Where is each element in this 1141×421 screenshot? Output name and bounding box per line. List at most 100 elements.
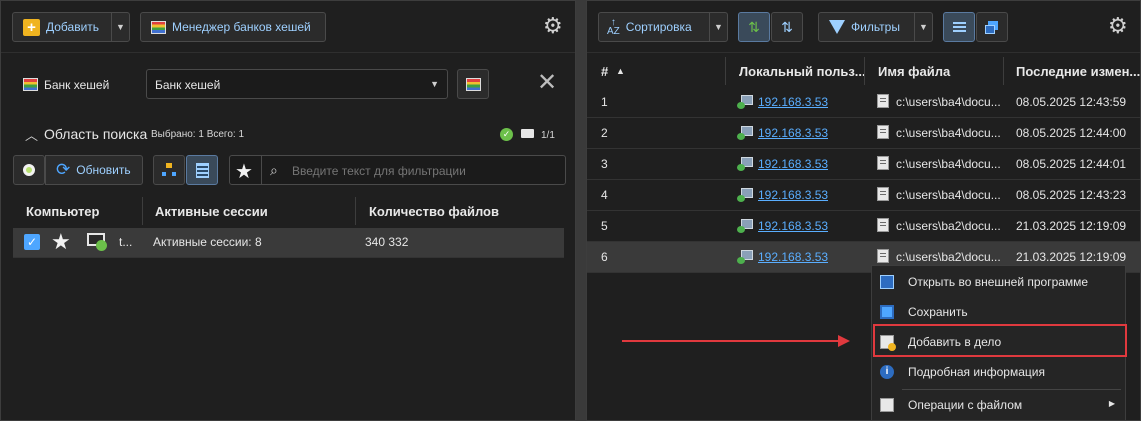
add-button[interactable]: + Добавить ▼ <box>12 12 130 42</box>
refresh-icon: ⟳ <box>56 160 71 179</box>
info-icon: i <box>880 365 894 379</box>
table-row[interactable]: ✓ ★ t... Активные сессии: 8 340 332 <box>13 228 564 258</box>
chevron-down-icon[interactable]: ▼ <box>111 13 129 41</box>
list-icon <box>952 22 966 32</box>
hashbank-select-value: Банк хешей <box>155 78 221 92</box>
local-user-link[interactable]: 192.168.3.53 <box>758 219 828 233</box>
search-area-summary: Выбрано: 1 Всего: 1 <box>151 129 245 140</box>
col-files-count[interactable]: Количество файлов <box>369 204 499 219</box>
menu-item-save[interactable]: Сохранить <box>872 297 1125 327</box>
local-user-link[interactable]: 192.168.3.53 <box>758 188 828 202</box>
menu-item-open-external[interactable]: Открыть во внешней программе <box>872 267 1125 297</box>
hashbank-manage-button[interactable] <box>457 69 489 99</box>
file-name: c:\users\ba4\docu... <box>896 126 1000 140</box>
sort-ascending-button[interactable]: ⇅ <box>738 12 770 42</box>
document-icon <box>877 249 889 263</box>
chevron-down-icon[interactable]: ▼ <box>914 13 932 41</box>
computer-name: t... <box>119 235 133 249</box>
status-dot-button[interactable] <box>13 155 45 185</box>
local-user-link[interactable]: 192.168.3.53 <box>758 126 828 140</box>
table-row[interactable]: 3 192.168.3.53 c:\users\ba4\docu... 08.05.2… <box>587 149 1140 180</box>
menu-item-label: Подробная информация <box>908 365 1045 379</box>
filter-input[interactable] <box>292 161 557 180</box>
sort-ascending-icon: ⇅ <box>748 18 760 35</box>
hashbank-select[interactable]: Банк хешей ▼ <box>146 69 448 99</box>
local-user-link[interactable]: 192.168.3.53 <box>758 95 828 109</box>
file-gear-icon <box>880 398 894 412</box>
filter-box: ★ ⌕ <box>229 155 566 185</box>
refresh-button[interactable]: ⟳ Обновить <box>45 155 143 185</box>
target-icon <box>23 164 35 176</box>
hashbank-icon <box>151 20 166 34</box>
tree-view-button[interactable] <box>153 155 185 185</box>
left-toolbar: + Добавить ▼ Менеджер банков хешей ⚙ <box>1 1 575 53</box>
annotation-arrow <box>622 340 842 342</box>
column-divider[interactable] <box>142 197 143 225</box>
menu-item-details[interactable]: i Подробная информация <box>872 357 1125 387</box>
search-area-title: Область поиска <box>44 126 148 142</box>
file-name: c:\users\ba2\docu... <box>896 219 1000 233</box>
hashbank-icon <box>23 78 38 91</box>
gear-icon[interactable]: ⚙ <box>543 15 563 37</box>
sort-descending-button[interactable]: ⇅ <box>771 12 803 42</box>
menu-item-label: Сохранить <box>908 305 968 319</box>
hashbank-label: Банк хешей <box>44 78 110 92</box>
column-divider[interactable] <box>355 197 356 225</box>
sort-button[interactable]: ↑ AZ Сортировка ▼ <box>598 12 728 42</box>
menu-item-label: Открыть во внешней программе <box>908 275 1089 289</box>
filters-button[interactable]: Фильтры ▼ <box>818 12 933 42</box>
col-file-name[interactable]: Имя файла <box>878 64 950 79</box>
file-name: c:\users\ba4\docu... <box>896 157 1000 171</box>
hash-manager-label: Менеджер банков хешей <box>172 20 311 34</box>
table-row[interactable]: 5 192.168.3.53 c:\users\ba2\docu... 21.03.2… <box>587 211 1140 242</box>
col-active-sessions[interactable]: Активные сессии <box>155 204 268 219</box>
col-computer[interactable]: Компьютер <box>26 204 99 219</box>
filters-label: Фильтры <box>851 20 900 34</box>
column-divider[interactable] <box>1003 57 1004 85</box>
sort-az-icon: ↑ AZ <box>607 17 620 37</box>
checkbox-checked[interactable]: ✓ <box>24 234 40 250</box>
hashbank-icon <box>465 77 481 91</box>
col-local-user[interactable]: Локальный польз... <box>739 64 866 79</box>
star-icon[interactable]: ★ <box>235 159 253 184</box>
gear-icon[interactable]: ⚙ <box>1108 15 1128 37</box>
list-view-button[interactable] <box>186 155 218 185</box>
submenu-arrow-icon: ▶ <box>1108 399 1115 408</box>
chevron-down-icon[interactable]: ▼ <box>709 13 727 41</box>
network-user-icon <box>737 250 753 264</box>
last-modified: 08.05.2025 12:44:00 <box>1016 126 1127 140</box>
menu-item-file-operations[interactable]: Операции с файлом ▶ <box>872 390 1125 420</box>
close-icon[interactable]: ✕ <box>537 69 557 97</box>
tiles-icon <box>985 20 999 34</box>
table-row[interactable]: 2 192.168.3.53 c:\users\ba4\docu... 08.05.2… <box>587 118 1140 149</box>
highlight-box <box>873 324 1127 357</box>
plus-icon: + <box>23 18 40 36</box>
tile-mode-button[interactable] <box>976 12 1008 42</box>
table-row[interactable]: 4 192.168.3.53 c:\users\ba4\docu... 08.05.2… <box>587 180 1140 211</box>
hash-manager-button[interactable]: Менеджер банков хешей <box>140 12 326 42</box>
active-sessions: Активные сессии: 8 <box>153 235 262 249</box>
col-number[interactable]: # <box>601 64 608 79</box>
sort-descending-icon: ⇅ <box>781 18 793 35</box>
network-user-icon <box>737 126 753 140</box>
last-modified: 08.05.2025 12:44:01 <box>1016 157 1127 171</box>
column-divider[interactable] <box>725 57 726 85</box>
file-name: c:\users\ba4\docu... <box>896 188 1000 202</box>
collapse-chevron-icon[interactable]: ︿ <box>25 125 38 144</box>
column-divider[interactable] <box>864 57 865 85</box>
left-panel: + Добавить ▼ Менеджер банков хешей ⚙ Бан… <box>0 0 576 421</box>
monitor-icon <box>521 129 534 138</box>
col-last-modified[interactable]: Последние измен... <box>1016 64 1140 79</box>
table-row[interactable]: 1 192.168.3.53 c:\users\ba4\docu... 08.05.2… <box>587 87 1140 118</box>
document-icon <box>877 156 889 170</box>
file-name: c:\users\ba4\docu... <box>896 95 1000 109</box>
star-icon[interactable]: ★ <box>51 230 71 254</box>
local-user-link[interactable]: 192.168.3.53 <box>758 157 828 171</box>
list-mode-button[interactable] <box>943 12 975 42</box>
document-icon <box>877 125 889 139</box>
search-area-count: 1/1 <box>541 130 555 141</box>
network-user-icon <box>737 219 753 233</box>
open-external-icon <box>880 275 894 289</box>
network-user-icon <box>737 157 753 171</box>
local-user-link[interactable]: 192.168.3.53 <box>758 250 828 264</box>
